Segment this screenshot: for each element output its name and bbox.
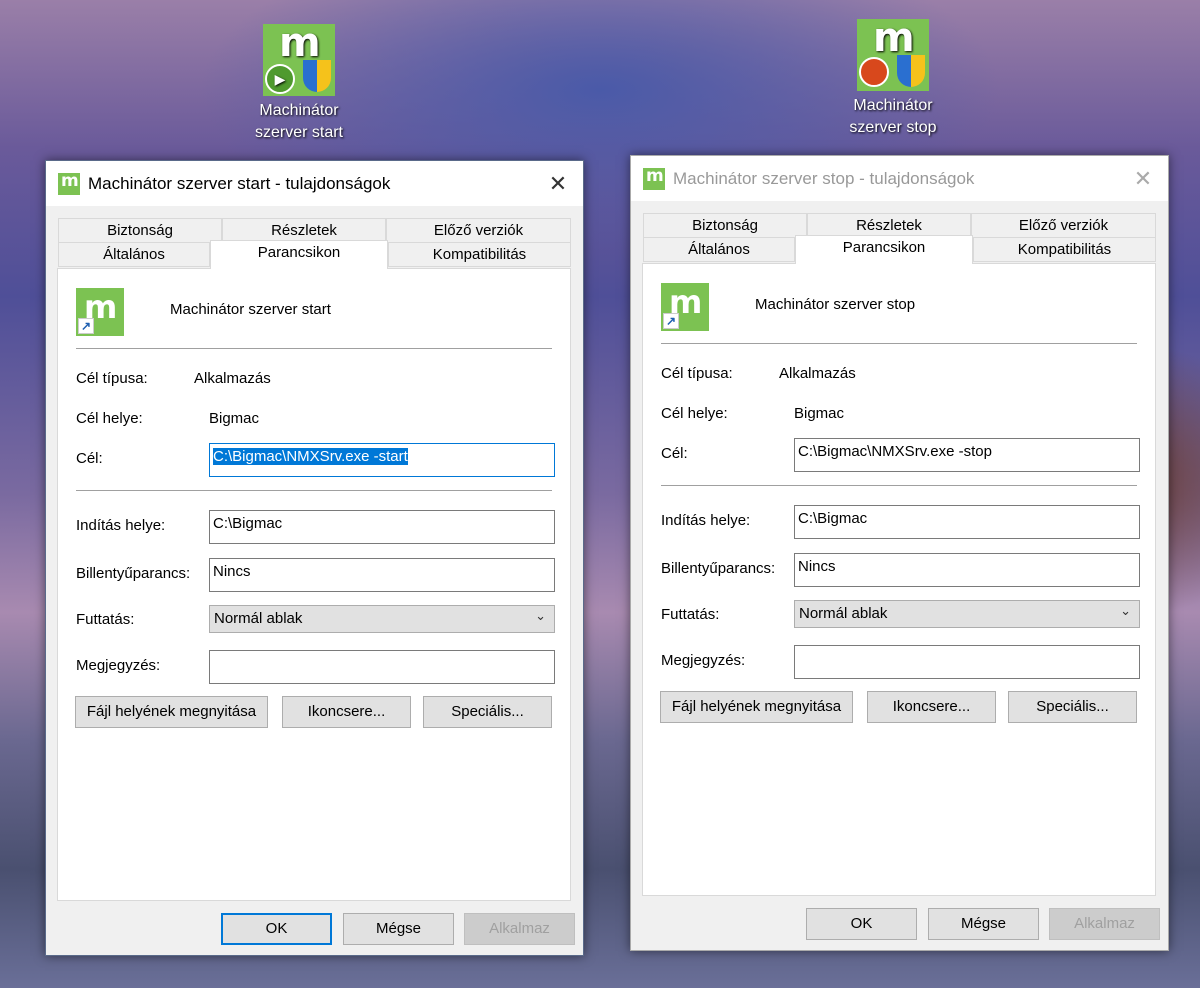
comment-input[interactable] xyxy=(209,650,555,684)
tab-previous-versions[interactable]: Előző verziók xyxy=(971,213,1156,238)
run-select-value: Normál ablak xyxy=(799,605,888,622)
ok-button[interactable]: OK xyxy=(806,908,917,940)
tab-general[interactable]: Általános xyxy=(58,242,210,267)
comment-label: Megjegyzés: xyxy=(661,652,746,669)
machinator-start-icon: m ▶ xyxy=(263,23,335,96)
uac-shield-icon xyxy=(897,55,925,87)
title-bar: m Machinátor szerver start - tulajdonság… xyxy=(46,161,583,206)
apply-button[interactable]: Alkalmaz xyxy=(464,913,575,945)
shortcut-name: Machinátor szerver stop xyxy=(755,296,916,313)
open-file-location-button[interactable]: Fájl helyének megnyitása xyxy=(75,696,268,728)
target-input-value: C:\Bigmac\NMXSrv.exe -stop xyxy=(798,443,992,460)
properties-dialog-start: m Machinátor szerver start - tulajdonság… xyxy=(45,160,584,956)
change-icon-button[interactable]: Ikoncsere... xyxy=(282,696,411,728)
tab-previous-versions[interactable]: Előző verziók xyxy=(386,218,571,243)
target-label: Cél: xyxy=(76,450,103,467)
desktop-icon-label: Machinátor xyxy=(853,97,933,114)
machinator-stop-icon: m xyxy=(857,18,929,91)
target-location-value: Bigmac xyxy=(209,410,260,427)
start-in-label: Indítás helye: xyxy=(661,512,751,529)
advanced-button[interactable]: Speciális... xyxy=(1008,691,1137,723)
shortcut-arrow-icon: ↗ xyxy=(663,313,679,329)
desktop-icon-label: szerver start xyxy=(254,124,343,141)
target-location-value: Bigmac xyxy=(794,405,845,422)
start-in-input[interactable]: C:\Bigmac xyxy=(209,510,555,544)
target-type-label: Cél típusa: xyxy=(76,370,148,387)
target-input[interactable]: C:\Bigmac\NMXSrv.exe -stop xyxy=(794,438,1140,472)
divider xyxy=(76,490,552,491)
divider xyxy=(76,348,552,349)
hotkey-input[interactable]: Nincs xyxy=(209,558,555,592)
shortcut-name: Machinátor szerver start xyxy=(170,301,331,318)
title-bar: m Machinátor szerver stop - tulajdonságo… xyxy=(631,156,1168,201)
target-location-label: Cél helye: xyxy=(661,405,728,422)
target-input[interactable]: C:\Bigmac\NMXSrv.exe -start xyxy=(209,443,555,477)
advanced-button[interactable]: Speciális... xyxy=(423,696,552,728)
desktop-icon-label: Machinátor xyxy=(259,102,339,119)
shortcut-arrow-icon: ↗ xyxy=(78,318,94,334)
tab-compatibility[interactable]: Kompatibilitás xyxy=(388,242,571,267)
comment-label: Megjegyzés: xyxy=(76,657,161,674)
shortcut-icon: m ↗ xyxy=(76,288,124,336)
target-type-value: Alkalmazás xyxy=(194,370,271,387)
desktop-icon-server-stop[interactable]: m Machinátor szerver stop xyxy=(838,18,948,139)
divider xyxy=(661,485,1137,486)
cancel-button[interactable]: Mégse xyxy=(928,908,1039,940)
tab-shortcut[interactable]: Parancsikon xyxy=(795,235,973,264)
apply-button[interactable]: Alkalmaz xyxy=(1049,908,1160,940)
properties-dialog-stop: m Machinátor szerver stop - tulajdonságo… xyxy=(630,155,1169,951)
target-input-value: C:\Bigmac\NMXSrv.exe -start xyxy=(213,448,408,465)
close-icon[interactable]: ✕ xyxy=(545,171,571,197)
dialog-title: Machinátor szerver start - tulajdonságok xyxy=(88,174,391,193)
tab-security[interactable]: Biztonság xyxy=(643,213,807,238)
run-select[interactable]: Normál ablak ⌄ xyxy=(209,605,555,633)
hotkey-input[interactable]: Nincs xyxy=(794,553,1140,587)
tab-security[interactable]: Biztonság xyxy=(58,218,222,243)
tab-general[interactable]: Általános xyxy=(643,237,795,262)
run-label: Futtatás: xyxy=(661,606,720,623)
chevron-down-icon: ⌄ xyxy=(1120,603,1131,618)
tab-shortcut[interactable]: Parancsikon xyxy=(210,240,388,269)
dialog-title: Machinátor szerver stop - tulajdonságok xyxy=(673,169,975,188)
desktop-icon-label: szerver stop xyxy=(849,119,937,136)
cancel-button[interactable]: Mégse xyxy=(343,913,454,945)
target-location-label: Cél helye: xyxy=(76,410,143,427)
app-icon: m xyxy=(643,166,665,190)
close-icon[interactable]: ✕ xyxy=(1130,166,1156,192)
desktop-icon-server-start[interactable]: m ▶ Machinátor szerver start xyxy=(244,23,354,144)
ok-button[interactable]: OK xyxy=(221,913,332,945)
run-select[interactable]: Normál ablak ⌄ xyxy=(794,600,1140,628)
shortcut-icon: m ↗ xyxy=(661,283,709,331)
comment-input[interactable] xyxy=(794,645,1140,679)
target-type-value: Alkalmazás xyxy=(779,365,856,382)
open-file-location-button[interactable]: Fájl helyének megnyitása xyxy=(660,691,853,723)
tab-compatibility[interactable]: Kompatibilitás xyxy=(973,237,1156,262)
target-type-label: Cél típusa: xyxy=(661,365,733,382)
play-icon: ▶ xyxy=(265,64,295,94)
hotkey-label: Billentyűparancs: xyxy=(661,560,776,577)
chevron-down-icon: ⌄ xyxy=(535,608,546,623)
start-in-label: Indítás helye: xyxy=(76,517,166,534)
app-icon: m xyxy=(58,171,80,195)
run-label: Futtatás: xyxy=(76,611,135,628)
run-select-value: Normál ablak xyxy=(214,610,303,627)
start-in-input[interactable]: C:\Bigmac xyxy=(794,505,1140,539)
target-label: Cél: xyxy=(661,445,688,462)
stop-icon xyxy=(859,57,889,87)
hotkey-label: Billentyűparancs: xyxy=(76,565,191,582)
divider xyxy=(661,343,1137,344)
change-icon-button[interactable]: Ikoncsere... xyxy=(867,691,996,723)
uac-shield-icon xyxy=(303,60,331,92)
